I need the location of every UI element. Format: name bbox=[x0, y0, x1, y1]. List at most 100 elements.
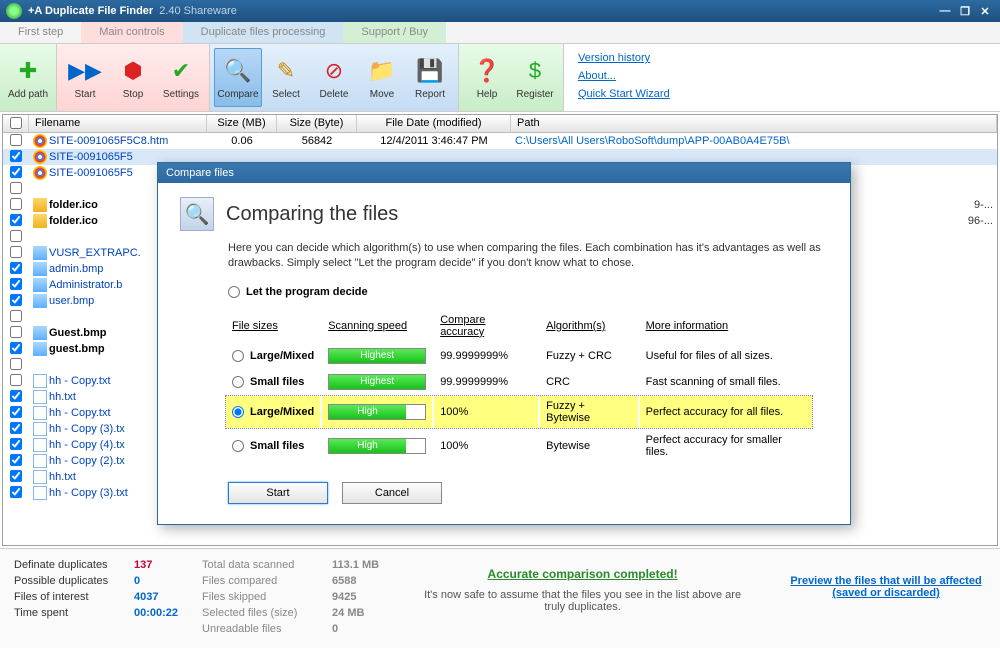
cancel-button[interactable]: Cancel bbox=[342, 482, 442, 504]
row-checkbox[interactable] bbox=[3, 182, 29, 197]
stop-button[interactable]: ⬢Stop bbox=[109, 48, 157, 107]
row-checkbox[interactable] bbox=[3, 422, 29, 437]
row-checkbox[interactable] bbox=[3, 342, 29, 357]
plus-icon: ✚ bbox=[12, 55, 44, 87]
txt-icon bbox=[33, 422, 47, 436]
row-checkbox[interactable] bbox=[3, 374, 29, 389]
row-checkbox[interactable] bbox=[3, 486, 29, 501]
algo-radio[interactable] bbox=[232, 406, 244, 418]
txt-icon bbox=[33, 470, 47, 484]
col-size-mb[interactable]: Size (MB) bbox=[207, 115, 277, 132]
help-icon: ❓ bbox=[471, 55, 503, 87]
close-icon[interactable]: ✕ bbox=[976, 3, 994, 19]
row-checkbox[interactable] bbox=[3, 406, 29, 421]
app-title: +A Duplicate File Finder bbox=[28, 5, 153, 17]
row-checkbox[interactable] bbox=[3, 470, 29, 485]
row-checkbox[interactable] bbox=[3, 454, 29, 469]
preview-link[interactable]: Preview the files that will be affected … bbox=[790, 575, 981, 599]
algorithm-row[interactable]: Large/MixedHigh100%Fuzzy + BytewisePerfe… bbox=[226, 396, 812, 428]
algo-more: Fast scanning of small files. bbox=[640, 370, 812, 394]
row-checkbox[interactable] bbox=[3, 150, 29, 165]
auto-decide-radio[interactable]: Let the program decide bbox=[228, 286, 828, 298]
delete-icon: ⊘ bbox=[318, 55, 350, 87]
algo-more: Perfect accuracy for all files. bbox=[640, 396, 812, 428]
row-checkbox[interactable] bbox=[3, 310, 29, 325]
check-icon: ✔ bbox=[165, 55, 197, 87]
add-path-button[interactable]: ✚Add path bbox=[4, 48, 52, 107]
tab-first-step[interactable]: First step bbox=[0, 22, 81, 43]
compare-button[interactable]: 🔍Compare bbox=[214, 48, 262, 107]
row-checkbox[interactable] bbox=[3, 214, 29, 229]
row-checkbox[interactable] bbox=[3, 246, 29, 261]
row-checkbox[interactable] bbox=[3, 358, 29, 373]
compared-label: Files compared bbox=[202, 575, 322, 587]
delete-button[interactable]: ⊘Delete bbox=[310, 48, 358, 107]
tab-duplicate-processing[interactable]: Duplicate files processing bbox=[183, 22, 344, 43]
unreadable-value: 0 bbox=[332, 623, 338, 635]
tabbar: First step Main controls Duplicate files… bbox=[0, 22, 1000, 44]
row-checkbox[interactable] bbox=[3, 230, 29, 245]
dollar-icon: $ bbox=[519, 55, 551, 87]
col-checkbox[interactable] bbox=[3, 115, 29, 132]
algo-radio[interactable] bbox=[232, 350, 244, 362]
col-size-byte[interactable]: Size (Byte) bbox=[277, 115, 357, 132]
chrome-icon bbox=[33, 166, 47, 180]
app-icon bbox=[6, 3, 22, 19]
cell-size-mb: 0.06 bbox=[207, 135, 277, 147]
algorithm-row[interactable]: Small filesHighest99.9999999%CRCFast sca… bbox=[226, 370, 812, 394]
register-button[interactable]: $Register bbox=[511, 48, 559, 107]
about-link[interactable]: About... bbox=[578, 70, 616, 82]
report-button[interactable]: 💾Report bbox=[406, 48, 454, 107]
skipped-value: 9425 bbox=[332, 591, 356, 603]
th-algo: Algorithm(s) bbox=[540, 310, 637, 342]
dialog-heading: Comparing the files bbox=[226, 203, 398, 226]
row-checkbox[interactable] bbox=[3, 294, 29, 309]
table-row[interactable]: SITE-0091065F5C8.htm0.065684212/4/2011 3… bbox=[3, 133, 997, 149]
col-filename[interactable]: Filename bbox=[29, 115, 207, 132]
th-more: More information bbox=[640, 310, 812, 342]
row-checkbox[interactable] bbox=[3, 198, 29, 213]
quick-start-wizard-link[interactable]: Quick Start Wizard bbox=[578, 88, 670, 100]
scanned-label: Total data scanned bbox=[202, 559, 322, 571]
col-file-date[interactable]: File Date (modified) bbox=[357, 115, 511, 132]
algo-radio[interactable] bbox=[232, 376, 244, 388]
folder-icon bbox=[33, 214, 47, 228]
row-checkbox[interactable] bbox=[3, 390, 29, 405]
cell-path: C:\Users\All Users\RoboSoft\dump\APP-00A… bbox=[511, 135, 997, 147]
tab-support-buy[interactable]: Support / Buy bbox=[343, 22, 446, 43]
algo-radio[interactable] bbox=[232, 440, 244, 452]
algo-name: CRC bbox=[540, 370, 637, 394]
skipped-label: Files skipped bbox=[202, 591, 322, 603]
selected-value: 24 MB bbox=[332, 607, 364, 619]
bmp-icon bbox=[33, 278, 47, 292]
minimize-icon[interactable]: — bbox=[936, 3, 954, 19]
chrome-icon bbox=[33, 150, 47, 164]
possible-value: 0 bbox=[134, 575, 140, 587]
row-checkbox[interactable] bbox=[3, 326, 29, 341]
dialog-title: Compare files bbox=[158, 163, 850, 183]
algorithm-row[interactable]: Large/MixedHighest99.9999999%Fuzzy + CRC… bbox=[226, 344, 812, 368]
tab-main-controls[interactable]: Main controls bbox=[81, 22, 182, 43]
move-button[interactable]: 📁Move bbox=[358, 48, 406, 107]
algo-sizes: Large/Mixed bbox=[226, 344, 320, 368]
start-compare-button[interactable]: Start bbox=[228, 482, 328, 504]
algorithm-row[interactable]: Small filesHigh100%BytewisePerfect accur… bbox=[226, 430, 812, 462]
algo-more: Useful for files of all sizes. bbox=[640, 344, 812, 368]
version-history-link[interactable]: Version history bbox=[578, 52, 650, 64]
row-checkbox[interactable] bbox=[3, 166, 29, 181]
help-button[interactable]: ❓Help bbox=[463, 48, 511, 107]
row-checkbox[interactable] bbox=[3, 278, 29, 293]
row-checkbox[interactable] bbox=[3, 134, 29, 149]
definate-value: 137 bbox=[134, 559, 152, 571]
row-checkbox[interactable] bbox=[3, 262, 29, 277]
maximize-icon[interactable]: ❐ bbox=[956, 3, 974, 19]
start-button[interactable]: ▶▶Start bbox=[61, 48, 109, 107]
select-button[interactable]: ✎Select bbox=[262, 48, 310, 107]
settings-button[interactable]: ✔Settings bbox=[157, 48, 205, 107]
th-sizes: File sizes bbox=[226, 310, 320, 342]
col-path[interactable]: Path bbox=[511, 115, 997, 132]
row-checkbox[interactable] bbox=[3, 438, 29, 453]
txt-icon bbox=[33, 486, 47, 500]
titlebar: +A Duplicate File Finder 2.40 Shareware … bbox=[0, 0, 1000, 22]
txt-icon bbox=[33, 406, 47, 420]
